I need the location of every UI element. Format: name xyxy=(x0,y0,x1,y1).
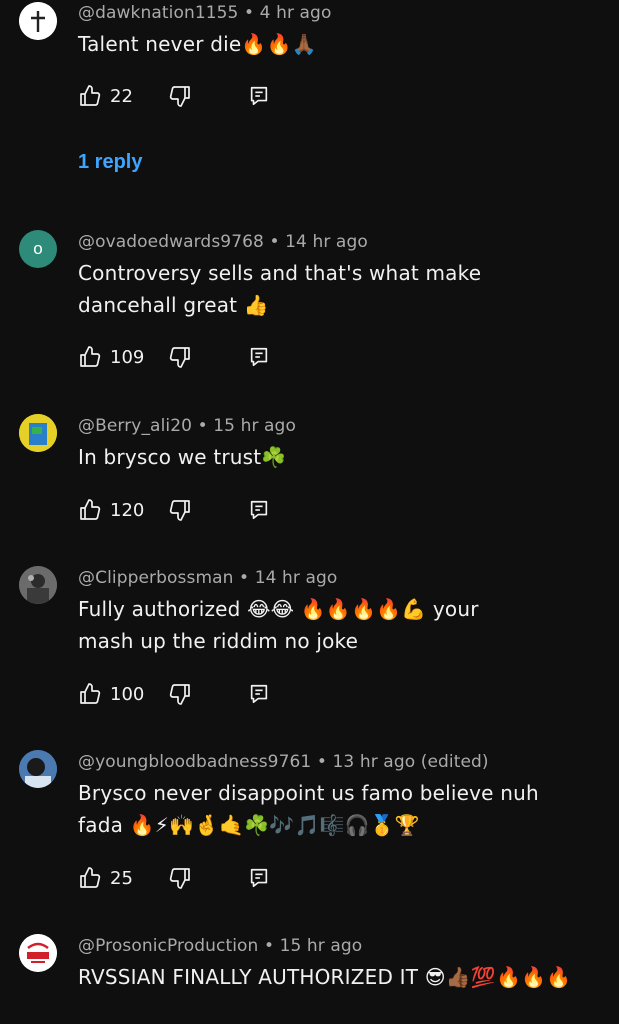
thumbs-down-icon xyxy=(168,682,192,706)
dislike-button[interactable] xyxy=(168,680,192,708)
thumbs-up-icon xyxy=(78,84,102,108)
comment-text: Talent never die🔥🔥🙏🏾 xyxy=(78,32,317,56)
comment-author[interactable]: @ovadoedwards9768 xyxy=(78,232,264,252)
profile-photo-icon xyxy=(19,414,57,452)
like-count: 100 xyxy=(110,683,145,705)
meta-separator: • xyxy=(239,568,250,588)
dislike-button[interactable] xyxy=(168,82,192,110)
like-button[interactable]: 100 xyxy=(78,680,144,708)
meta-separator: • xyxy=(244,3,255,23)
avatar[interactable] xyxy=(19,934,57,972)
like-button[interactable]: 25 xyxy=(78,864,133,892)
meta-separator: • xyxy=(263,936,275,956)
reply-button[interactable] xyxy=(248,82,270,110)
comment-actions: 25 xyxy=(78,864,338,892)
meta-separator: • xyxy=(197,416,208,436)
avatar[interactable] xyxy=(19,2,57,40)
avatar[interactable] xyxy=(19,750,57,788)
reply-comment-icon xyxy=(248,346,270,368)
comment-author[interactable]: @ProsonicProduction xyxy=(78,936,258,956)
comment-actions: 22 xyxy=(78,82,338,110)
comment-author[interactable]: @youngbloodbadness9761 xyxy=(78,752,311,772)
like-count: 22 xyxy=(110,85,133,107)
comment-age: 14 hr ago xyxy=(285,232,368,252)
comment-age: 4 hr ago xyxy=(259,3,332,23)
reply-comment-icon xyxy=(248,85,270,107)
thumbs-down-icon xyxy=(168,84,192,108)
comment-meta: @ProsonicProduction • 15 hr ago xyxy=(78,936,362,956)
comment-age: 14 hr ago xyxy=(254,568,338,588)
comment-age: 13 hr ago (edited) xyxy=(332,752,489,772)
like-count: 25 xyxy=(110,867,133,889)
profile-photo-icon xyxy=(19,750,57,788)
comment-age: 15 hr ago xyxy=(279,936,363,956)
like-button[interactable]: 22 xyxy=(78,82,133,110)
reply-comment-icon xyxy=(248,499,270,521)
avatar[interactable] xyxy=(19,414,57,452)
comment-actions: 120 xyxy=(78,496,338,524)
thumbs-up-icon xyxy=(78,498,102,522)
comment-meta: @youngbloodbadness9761 • 13 hr ago (edit… xyxy=(78,752,489,772)
comment-actions: 100 xyxy=(78,680,338,708)
dislike-button[interactable] xyxy=(168,343,192,371)
reply-button[interactable] xyxy=(248,496,270,524)
comment-text: Controversy sells and that's what make d… xyxy=(78,261,482,317)
thumbs-up-icon xyxy=(78,866,102,890)
meta-separator: • xyxy=(269,232,280,252)
comment-author[interactable]: @Clipperbossman xyxy=(78,568,234,588)
avatar[interactable] xyxy=(19,566,57,604)
comment-text: Brysco never disappoint us famo believe … xyxy=(78,781,539,837)
avatar[interactable]: O xyxy=(19,230,57,268)
view-replies-link[interactable]: 1 reply xyxy=(78,151,142,174)
like-button[interactable]: 109 xyxy=(78,343,144,371)
comment-actions: 109 xyxy=(78,343,338,371)
like-count: 109 xyxy=(110,346,145,368)
reply-button[interactable] xyxy=(248,864,270,892)
reply-button[interactable] xyxy=(248,680,270,708)
thumbs-up-icon xyxy=(78,682,102,706)
comment-author[interactable]: @dawknation1155 xyxy=(78,3,238,23)
reply-comment-icon xyxy=(248,867,270,889)
comment-meta: @Clipperbossman • 14 hr ago xyxy=(78,568,337,588)
comment-age: 15 hr ago xyxy=(213,416,296,436)
thumbs-down-icon xyxy=(168,866,192,890)
profile-photo-icon xyxy=(19,566,57,604)
thumbs-down-icon xyxy=(168,498,192,522)
avatar-letter: O xyxy=(33,239,43,258)
prosonic-logo-icon xyxy=(19,934,57,972)
like-button[interactable]: 120 xyxy=(78,496,144,524)
dislike-button[interactable] xyxy=(168,496,192,524)
dislike-button[interactable] xyxy=(168,864,192,892)
comment-text: In brysco we trust☘️ xyxy=(78,445,287,469)
meta-separator: • xyxy=(316,752,327,772)
comment-author[interactable]: @Berry_ali20 xyxy=(78,416,192,436)
comment-meta: @ovadoedwards9768 • 14 hr ago xyxy=(78,232,368,252)
thumbs-up-icon xyxy=(78,345,102,369)
comment-text: Fully authorized 😂😂 🔥🔥🔥🔥💪 your mash up t… xyxy=(78,597,479,653)
comment-text: RVSSIAN FINALLY AUTHORIZED IT 😎👍🏾💯🔥🔥🔥 xyxy=(78,965,572,989)
reply-button[interactable] xyxy=(248,343,270,371)
reply-comment-icon xyxy=(248,683,270,705)
comment-meta: @Berry_ali20 • 15 hr ago xyxy=(78,416,296,436)
comment-meta: @dawknation1155 • 4 hr ago xyxy=(78,3,331,23)
thumbs-down-icon xyxy=(168,345,192,369)
like-count: 120 xyxy=(110,499,145,521)
dagger-avatar-icon xyxy=(19,2,57,40)
